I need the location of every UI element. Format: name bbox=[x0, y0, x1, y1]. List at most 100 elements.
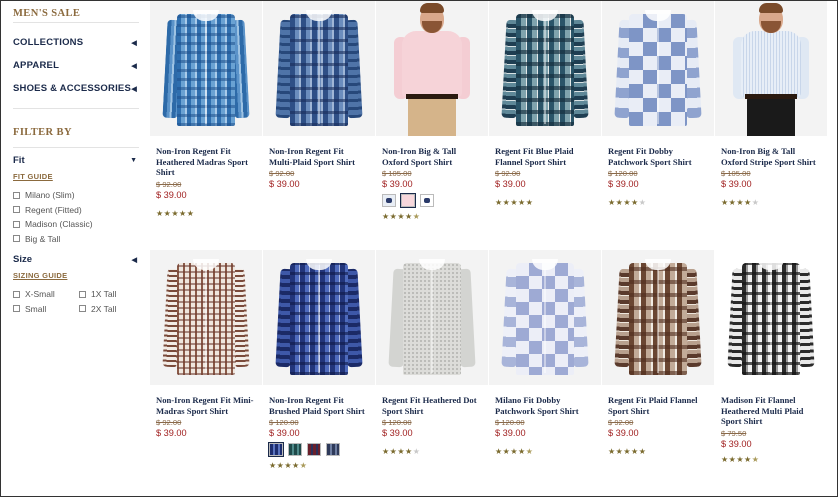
option-label: 1X Tall bbox=[91, 289, 117, 300]
color-swatch-blue[interactable] bbox=[382, 194, 396, 208]
navy-brushed-plaid-shirt bbox=[275, 259, 363, 377]
star-rating: ★★★★★ bbox=[156, 208, 195, 218]
product-image[interactable] bbox=[150, 1, 262, 136]
product-card[interactable]: Regent Fit Heathered Dot Sport Shirt $ 1… bbox=[376, 250, 488, 456]
size-facet-toggle[interactable]: Size ◀ bbox=[13, 254, 137, 265]
size-label: Size bbox=[13, 254, 33, 265]
original-price: $ 92.00 bbox=[156, 418, 182, 428]
original-price: $ 120.00 bbox=[608, 169, 638, 179]
sale-price: $ 39.00 bbox=[608, 428, 639, 439]
product-image[interactable] bbox=[376, 1, 488, 136]
product-image[interactable] bbox=[376, 250, 488, 385]
fit-guide-link[interactable]: FIT GUIDE bbox=[13, 172, 53, 181]
product-name[interactable]: Milano Fit Dobby Patchwork Sport Shirt bbox=[489, 395, 601, 416]
product-image[interactable] bbox=[715, 1, 827, 136]
product-card[interactable]: Non-Iron Regent Fit Mini-Madras Sport Sh… bbox=[150, 250, 262, 438]
fit-option-madison[interactable]: Madison (Classic) bbox=[13, 217, 147, 232]
sale-price: $ 39.00 bbox=[721, 179, 752, 190]
star-rating: ★★★★★ bbox=[721, 454, 760, 464]
product-name[interactable]: Non-Iron Regent Fit Brushed Plaid Sport … bbox=[263, 395, 375, 416]
color-swatch-navy[interactable] bbox=[268, 442, 284, 458]
product-name[interactable]: Non-Iron Regent Fit Heathered Madras Spo… bbox=[150, 146, 262, 178]
checkbox[interactable] bbox=[13, 290, 20, 298]
checkbox[interactable] bbox=[79, 290, 86, 298]
product-card[interactable]: Madison Fit Flannel Heathered Multi Plai… bbox=[715, 250, 827, 464]
sale-price: $ 39.00 bbox=[495, 428, 526, 439]
color-swatch-white[interactable] bbox=[420, 194, 434, 208]
product-card[interactable]: Non-Iron Regent Fit Heathered Madras Spo… bbox=[150, 1, 262, 218]
checkbox[interactable] bbox=[13, 206, 20, 214]
product-name[interactable]: Non-Iron Big & Tall Oxford Stripe Sport … bbox=[715, 146, 827, 167]
grey-heathered-dot-shirt bbox=[388, 259, 476, 377]
product-image[interactable] bbox=[489, 250, 601, 385]
product-image[interactable] bbox=[150, 250, 262, 385]
option-label: Small bbox=[25, 303, 47, 314]
sale-price: $ 39.00 bbox=[156, 189, 187, 200]
star-rating: ★★★★★ bbox=[495, 198, 534, 208]
size-option-xsmall[interactable]: X-Small bbox=[13, 287, 79, 302]
sale-price: $ 39.00 bbox=[156, 428, 187, 439]
checkbox[interactable] bbox=[13, 305, 20, 313]
checkbox[interactable] bbox=[13, 191, 20, 199]
checkbox[interactable] bbox=[13, 220, 20, 228]
caret-down-icon: ▼ bbox=[130, 157, 137, 164]
category-title: MEN'S SALE bbox=[13, 1, 139, 23]
model-pink-oxford-shirt bbox=[382, 1, 482, 136]
fit-facet-toggle[interactable]: Fit ▼ bbox=[13, 155, 137, 166]
option-label: Madison (Classic) bbox=[25, 219, 93, 230]
size-option-2x-tall[interactable]: 2X Tall bbox=[79, 302, 139, 317]
caret-left-icon: ◀ bbox=[131, 85, 137, 93]
product-image[interactable] bbox=[602, 250, 714, 385]
fit-option-big-tall[interactable]: Big & Tall bbox=[13, 232, 147, 247]
star-rating: ★★★★★ bbox=[721, 198, 760, 208]
option-label: Big & Tall bbox=[25, 233, 61, 244]
nav-shoes-accessories[interactable]: SHOES & ACCESSORIES ◀ bbox=[13, 77, 137, 100]
nav-collections[interactable]: COLLECTIONS ◀ bbox=[13, 31, 137, 54]
product-image[interactable] bbox=[489, 1, 601, 136]
product-card[interactable]: Non-Iron Regent Fit Brushed Plaid Sport … bbox=[263, 250, 375, 470]
product-name[interactable]: Regent Fit Blue Plaid Flannel Sport Shir… bbox=[489, 146, 601, 167]
size-option-small[interactable]: Small bbox=[13, 302, 79, 317]
color-swatch-green[interactable] bbox=[288, 443, 302, 457]
model-blue-stripe-shirt bbox=[721, 1, 821, 136]
original-price: $ 92.00 bbox=[608, 418, 634, 428]
fit-option-regent[interactable]: Regent (Fitted) bbox=[13, 203, 147, 218]
color-swatch-slate[interactable] bbox=[326, 443, 340, 457]
original-price: $ 92.00 bbox=[269, 169, 295, 179]
divider bbox=[13, 147, 139, 148]
product-name[interactable]: Non-Iron Regent Fit Multi-Plaid Sport Sh… bbox=[263, 146, 375, 167]
product-image[interactable] bbox=[715, 250, 827, 385]
checkbox[interactable] bbox=[79, 305, 86, 313]
product-card[interactable]: Regent Fit Dobby Patchwork Sport Shirt $… bbox=[602, 1, 714, 207]
fit-label: Fit bbox=[13, 155, 25, 166]
color-swatch-pink[interactable] bbox=[400, 193, 416, 209]
option-label: X-Small bbox=[25, 289, 55, 300]
color-swatch-red[interactable] bbox=[307, 443, 321, 457]
product-card[interactable]: Regent Fit Plaid Flannel Sport Shirt $ 9… bbox=[602, 250, 714, 456]
product-name[interactable]: Non-Iron Big & Tall Oxford Sport Shirt bbox=[376, 146, 488, 167]
black-white-plaid-shirt bbox=[727, 259, 815, 377]
sizing-guide-link[interactable]: SIZING GUIDE bbox=[13, 271, 67, 280]
product-card[interactable]: Non-Iron Big & Tall Oxford Stripe Sport … bbox=[715, 1, 827, 207]
product-card[interactable]: Regent Fit Blue Plaid Flannel Sport Shir… bbox=[489, 1, 601, 207]
product-name[interactable]: Regent Fit Heathered Dot Sport Shirt bbox=[376, 395, 488, 416]
blue-patchwork-shirt bbox=[614, 10, 702, 128]
sale-price: $ 39.00 bbox=[269, 179, 300, 190]
product-image[interactable] bbox=[263, 1, 375, 136]
size-option-1x-tall[interactable]: 1X Tall bbox=[79, 287, 139, 302]
product-name[interactable]: Non-Iron Regent Fit Mini-Madras Sport Sh… bbox=[150, 395, 262, 416]
checkbox[interactable] bbox=[13, 235, 20, 243]
product-name[interactable]: Regent Fit Dobby Patchwork Sport Shirt bbox=[602, 146, 714, 167]
product-image[interactable] bbox=[602, 1, 714, 136]
product-card[interactable]: Non-Iron Big & Tall Oxford Sport Shirt $… bbox=[376, 1, 488, 221]
product-card[interactable]: Milano Fit Dobby Patchwork Sport Shirt $… bbox=[489, 250, 601, 456]
fit-option-milano[interactable]: Milano (Slim) bbox=[13, 188, 147, 203]
sale-price: $ 39.00 bbox=[269, 428, 300, 439]
original-price: $ 120.00 bbox=[495, 418, 525, 428]
product-card[interactable]: Non-Iron Regent Fit Multi-Plaid Sport Sh… bbox=[263, 1, 375, 189]
nav-apparel[interactable]: APPAREL ◀ bbox=[13, 54, 137, 77]
product-name[interactable]: Madison Fit Flannel Heathered Multi Plai… bbox=[715, 395, 827, 427]
product-name[interactable]: Regent Fit Plaid Flannel Sport Shirt bbox=[602, 395, 714, 416]
nav-label: SHOES & ACCESSORIES bbox=[13, 83, 131, 94]
product-image[interactable] bbox=[263, 250, 375, 385]
